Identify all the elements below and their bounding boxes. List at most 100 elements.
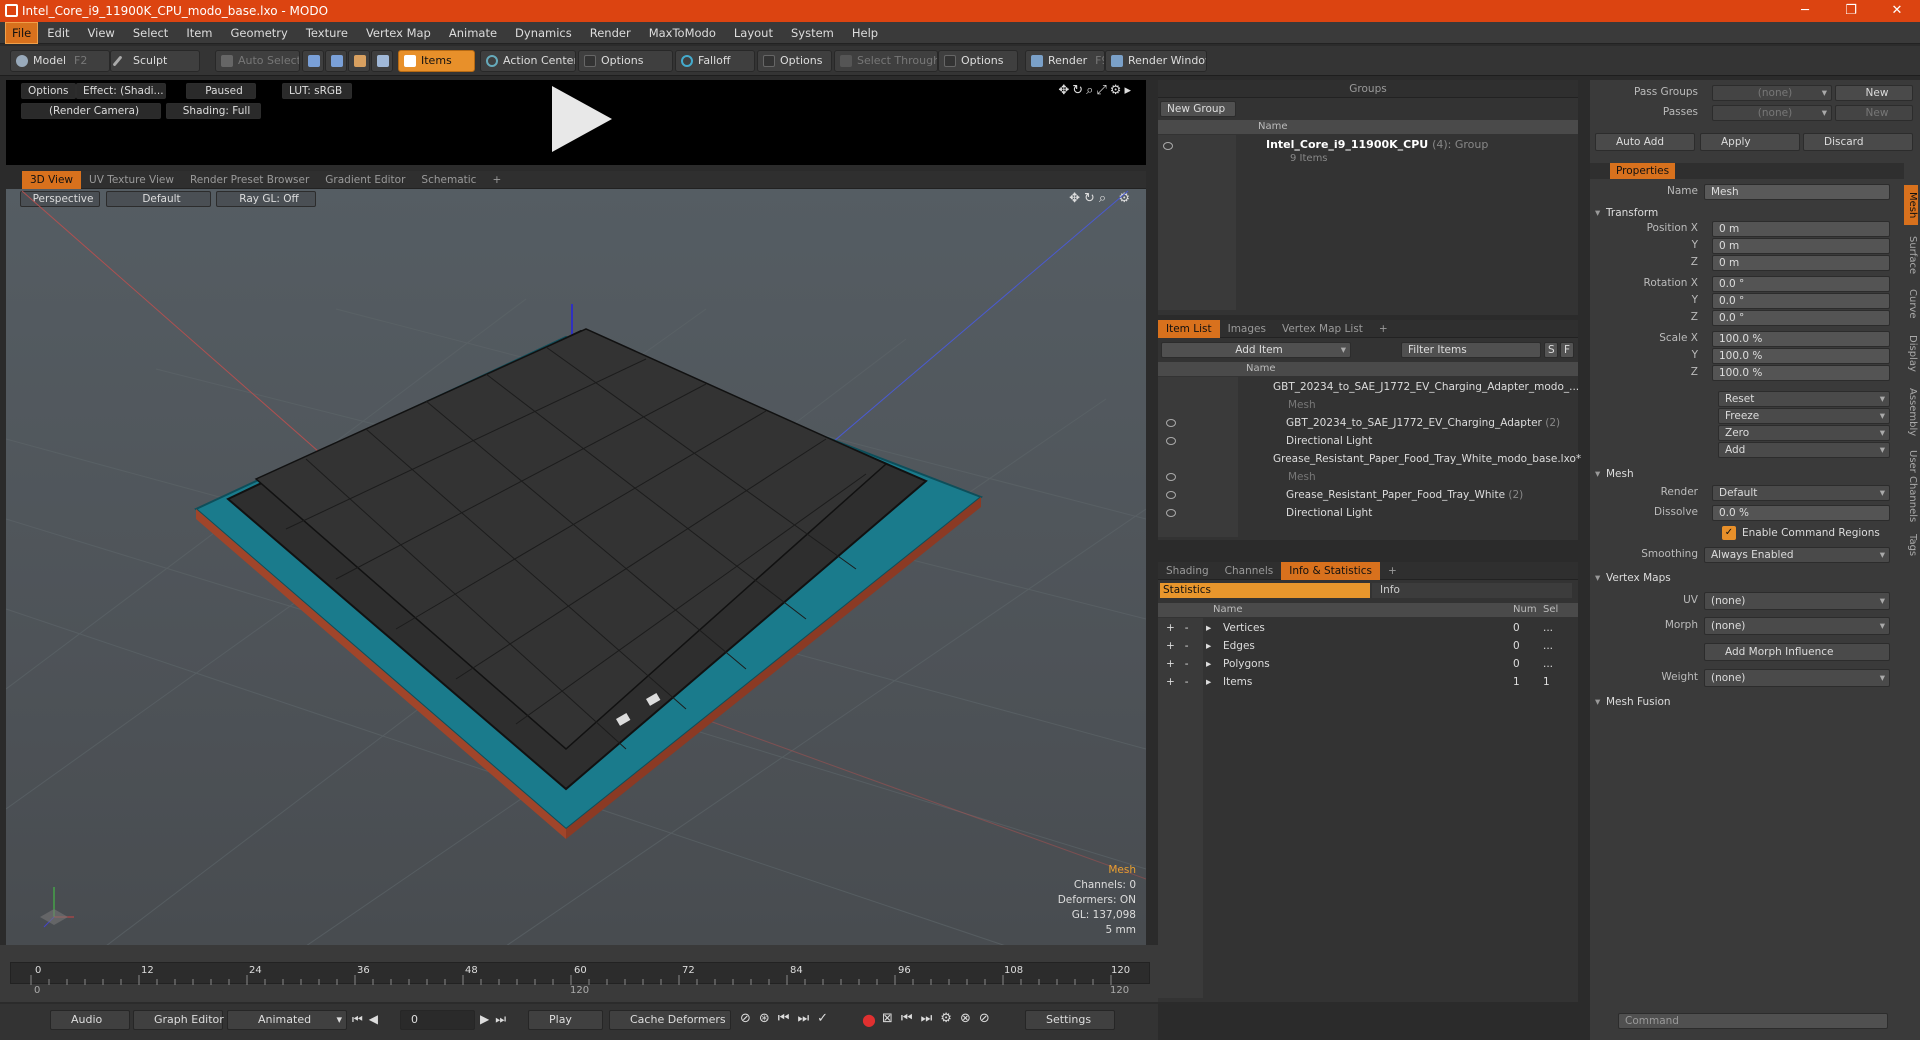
polygons-select-button[interactable] [348,50,370,72]
discard-button[interactable]: Discard [1803,133,1913,151]
position-z-field[interactable]: 0 m [1712,255,1890,271]
table-row[interactable]: + - ▸ Polygons 0... [1158,655,1578,673]
new-group-button[interactable]: New Group [1160,101,1236,117]
pass-groups-dropdown[interactable]: (none) [1712,85,1832,101]
side-tab-surface[interactable]: Surface [1904,230,1918,280]
position-y-field[interactable]: 0 m [1712,238,1890,254]
materials-select-button[interactable] [371,50,393,72]
visibility-eye-icon[interactable] [1166,473,1176,481]
tab-schematic[interactable]: Schematic [413,171,484,189]
forward-icons[interactable]: ▶⏭ [480,1012,512,1027]
vertices-select-button[interactable] [302,50,324,72]
zero-dropdown[interactable]: Zero [1718,425,1890,441]
side-tab-assembly[interactable]: Assembly [1904,382,1918,442]
list-item[interactable]: Grease_Resistant_Paper_Food_Tray_White_m… [1158,450,1581,468]
cache-deformers-button[interactable]: Cache Deformers [609,1010,731,1030]
tab-properties[interactable]: Properties [1610,163,1676,179]
add-morph-influence-button[interactable]: Add Morph Influence [1704,643,1890,661]
model-mode-button[interactable]: Model F2 [10,50,110,72]
weight-dropdown[interactable]: (none) [1704,669,1890,687]
passes-dropdown[interactable]: (none) [1712,105,1832,121]
transform-section[interactable]: Transform [1590,205,1920,221]
tab-vertex-map-list[interactable]: Vertex Map List [1274,320,1371,338]
timeline[interactable]: 0 12 24 36 48 60 72 84 96 108 120 0 120 … [0,945,1158,1002]
add-dropdown[interactable]: Add [1718,442,1890,458]
keyframe-icons[interactable]: ⊘⊛⏮⏭✓ [740,1011,836,1026]
side-tab-user-channels[interactable]: User Channels [1904,446,1918,526]
new-pass-button[interactable]: New [1835,105,1913,121]
edges-select-button[interactable] [325,50,347,72]
preview-shading-dropdown[interactable]: Shading: Full [166,103,261,119]
menu-dynamics[interactable]: Dynamics [506,23,581,43]
sculpt-mode-button[interactable]: Sculpt [110,50,200,72]
menu-geometry[interactable]: Geometry [222,23,297,43]
list-item[interactable]: Mesh [1158,396,1578,414]
preview-effect-dropdown[interactable]: Effect: (Shadi... [76,83,166,99]
side-tab-curve[interactable]: Curve [1904,284,1918,324]
add-tab-button[interactable]: + [1380,562,1405,580]
menu-animate[interactable]: Animate [440,23,506,43]
menu-help[interactable]: Help [843,23,887,43]
reset-dropdown[interactable]: Reset [1718,391,1890,407]
list-item[interactable]: GBT_20234_to_SAE_J1772_EV_Charging_Adapt… [1158,414,1578,432]
rotation-z-field[interactable]: 0.0 ° [1712,310,1890,326]
visibility-eye-icon[interactable] [1163,142,1173,150]
action-center-button[interactable]: Action Center [480,50,576,72]
side-tab-display[interactable]: Display [1904,328,1918,378]
freeze-dropdown[interactable]: Freeze [1718,408,1890,424]
mesh-fusion-section[interactable]: Mesh Fusion [1590,694,1920,710]
vertex-maps-section[interactable]: Vertex Maps [1590,570,1920,586]
side-tab-mesh[interactable]: Mesh [1904,185,1918,225]
scale-x-field[interactable]: 100.0 % [1712,331,1890,347]
new-pass-group-button[interactable]: New [1835,85,1913,101]
tab-images[interactable]: Images [1220,320,1274,338]
select-through-button[interactable]: Select Through [834,50,938,72]
morph-dropdown[interactable]: (none) [1704,617,1890,635]
table-row[interactable]: + - ▸ Edges 0... [1158,637,1578,655]
render-window-button[interactable]: Render Window [1105,50,1207,72]
falloff-button[interactable]: Falloff [675,50,755,72]
uv-dropdown[interactable]: (none) [1704,592,1890,610]
list-item[interactable]: GBT_20234_to_SAE_J1772_EV_Charging_Adapt… [1158,378,1579,396]
filter-s-button[interactable]: S [1544,342,1558,358]
graph-editor-button[interactable]: Graph Editor [133,1010,224,1030]
render-button[interactable]: RenderF9 [1025,50,1105,72]
menu-view[interactable]: View [79,23,124,43]
play-preview-icon[interactable] [546,84,616,154]
visibility-eye-icon[interactable] [1166,509,1176,517]
list-item[interactable]: Grease_Resistant_Paper_Food_Tray_White (… [1158,486,1578,504]
group-item[interactable]: Intel_Core_i9_11900K_CPU (4): Group [1266,138,1488,151]
scale-y-field[interactable]: 100.0 % [1712,348,1890,364]
tab-gradient-editor[interactable]: Gradient Editor [317,171,413,189]
play-button[interactable]: Play [528,1010,603,1030]
rotation-y-field[interactable]: 0.0 ° [1712,293,1890,309]
auto-select-button[interactable]: Auto Select [215,50,300,72]
minimize-button[interactable]: ─ [1782,0,1828,22]
auto-add-button[interactable]: Auto Add [1595,133,1695,151]
side-tab-tags[interactable]: Tags [1904,530,1918,560]
menu-layout[interactable]: Layout [725,23,782,43]
falloff-options-button[interactable]: Options [757,50,832,72]
name-field[interactable]: Mesh [1704,184,1890,200]
menu-select[interactable]: Select [124,23,177,43]
tab-channels[interactable]: Channels [1217,562,1282,580]
menu-vertex-map[interactable]: Vertex Map [357,23,440,43]
menu-texture[interactable]: Texture [297,23,357,43]
dissolve-field[interactable]: 0.0 % [1712,505,1890,521]
add-item-dropdown[interactable]: Add Item [1161,342,1351,358]
rewind-icons[interactable]: ⏮◀ [352,1012,384,1027]
visibility-eye-icon[interactable] [1166,437,1176,445]
menu-render[interactable]: Render [581,23,640,43]
command-input[interactable]: Command [1618,1013,1888,1029]
preview-nav-icons[interactable]: ✥↻⌕⤢⚙▸ [1058,83,1134,98]
tab-info-statistics[interactable]: Info & Statistics [1281,561,1380,580]
timeline-ruler[interactable]: 0 12 24 36 48 60 72 84 96 108 120 [10,962,1150,985]
menu-maxtomodo[interactable]: MaxToModo [640,23,725,43]
visibility-eye-icon[interactable] [1166,491,1176,499]
3d-viewport[interactable]: Perspective Default Ray GL: Off ✥↻⌕ ⚙ Me… [6,189,1146,946]
menu-system[interactable]: System [782,23,843,43]
enable-command-regions-checkbox[interactable]: ✓ [1722,526,1736,540]
select-through-options-button[interactable]: Options [938,50,1018,72]
tab-3d-view[interactable]: 3D View [22,170,82,189]
scale-z-field[interactable]: 100.0 % [1712,365,1890,381]
